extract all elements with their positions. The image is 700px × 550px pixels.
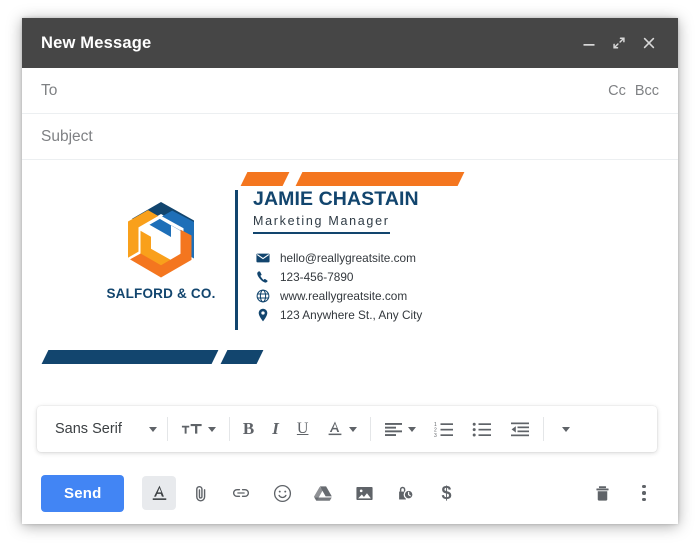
discard-draft-icon[interactable]	[585, 476, 619, 510]
insert-photo-icon[interactable]	[347, 476, 381, 510]
expand-icon[interactable]	[604, 28, 634, 58]
chevron-down-icon	[207, 426, 216, 432]
three-dots-glyph	[642, 484, 646, 502]
insert-emoji-icon[interactable]	[265, 476, 299, 510]
action-icon-group: $	[142, 476, 463, 510]
compose-window: New Message To Cc Bcc Subject SALFORD & …	[22, 18, 678, 524]
numbered-list-button[interactable]: 1 2 3	[425, 412, 463, 446]
italic-label: I	[272, 419, 279, 438]
company-logo-block: SALFORD & CO.	[96, 200, 226, 301]
insert-money-icon[interactable]: $	[429, 476, 463, 510]
more-options-icon[interactable]	[627, 476, 661, 510]
to-input[interactable]: To	[41, 82, 599, 100]
signature-person-name: JAMIE CHASTAIN	[253, 188, 419, 210]
italic-button[interactable]: I	[263, 412, 288, 446]
contact-email: hello@reallygreatsite.com	[280, 250, 416, 265]
align-button[interactable]	[375, 412, 425, 446]
text-color-button[interactable]	[317, 412, 366, 446]
font-size-button[interactable]	[172, 412, 225, 446]
minimize-icon[interactable]	[574, 28, 604, 58]
signature-details: JAMIE CHASTAIN Marketing Manager hello@r…	[253, 188, 583, 324]
phone-icon	[253, 270, 272, 284]
decor-bar-orange-long	[295, 172, 465, 186]
toolbar-divider	[228, 417, 230, 441]
indent-button[interactable]	[501, 412, 539, 446]
bulleted-list-button[interactable]	[463, 412, 501, 446]
toolbar-divider	[370, 417, 372, 441]
email-signature: SALFORD & CO. JAMIE CHASTAIN Marketing M…	[22, 160, 678, 400]
contact-row-phone: 123-456-7890	[253, 267, 583, 286]
contact-row-email: hello@reallygreatsite.com	[253, 248, 583, 267]
google-drive-icon[interactable]	[306, 476, 340, 510]
chevron-down-icon	[562, 426, 571, 432]
window-header: New Message	[22, 18, 678, 68]
bcc-button[interactable]: Bcc	[635, 83, 659, 99]
action-right-group	[585, 476, 661, 510]
decor-bar-navy-long	[41, 350, 219, 364]
message-body[interactable]: SALFORD & CO. JAMIE CHASTAIN Marketing M…	[22, 160, 678, 462]
signature-divider	[235, 190, 238, 330]
signature-job-title: Marketing Manager	[253, 214, 390, 234]
contact-phone: 123-456-7890	[280, 269, 354, 284]
toolbar-divider	[543, 417, 545, 441]
cc-button[interactable]: Cc	[608, 83, 626, 99]
decor-bar-navy-small	[220, 350, 264, 364]
contact-row-website: www.reallygreatsite.com	[253, 286, 583, 305]
chevron-down-icon	[148, 426, 157, 432]
insert-link-icon[interactable]	[224, 476, 258, 510]
bold-label: B	[242, 419, 255, 438]
attach-file-icon[interactable]	[183, 476, 217, 510]
chevron-down-icon	[408, 426, 417, 432]
envelope-icon	[253, 251, 272, 265]
contact-address: 123 Anywhere St., Any City	[280, 307, 423, 322]
send-button[interactable]: Send	[41, 474, 125, 512]
underline-label: U	[296, 420, 309, 437]
decor-bar-orange-small	[240, 172, 290, 186]
formatting-options-icon[interactable]	[142, 476, 177, 510]
close-icon[interactable]	[634, 28, 664, 58]
salford-hexagon-logo-icon	[128, 202, 194, 278]
page-title: New Message	[41, 33, 152, 52]
signature-contact-list: hello@reallygreatsite.com 123-456-7890 w…	[253, 248, 583, 324]
toolbar-divider	[166, 417, 168, 441]
bold-button[interactable]: B	[234, 412, 263, 446]
svg-text:3: 3	[434, 433, 437, 438]
contact-row-address: 123 Anywhere St., Any City	[253, 305, 583, 324]
subject-input[interactable]: Subject	[41, 128, 659, 146]
underline-button[interactable]: U	[288, 412, 318, 446]
to-field-row[interactable]: To Cc Bcc	[22, 68, 678, 114]
confidential-mode-icon[interactable]	[388, 476, 422, 510]
location-pin-icon	[253, 308, 272, 322]
globe-icon	[253, 289, 272, 303]
formatting-toolbar: Sans Serif B I U 1 2 3	[37, 406, 657, 452]
action-bar: Send $	[22, 462, 678, 524]
subject-field-row[interactable]: Subject	[22, 114, 678, 160]
more-formatting-button[interactable]	[548, 412, 579, 446]
company-name: SALFORD & CO.	[106, 286, 216, 301]
chevron-down-icon	[349, 426, 358, 432]
dollar-glyph: $	[441, 482, 452, 503]
font-family-select[interactable]: Sans Serif	[43, 412, 163, 446]
font-family-value: Sans Serif	[55, 421, 122, 437]
contact-website: www.reallygreatsite.com	[280, 288, 408, 303]
